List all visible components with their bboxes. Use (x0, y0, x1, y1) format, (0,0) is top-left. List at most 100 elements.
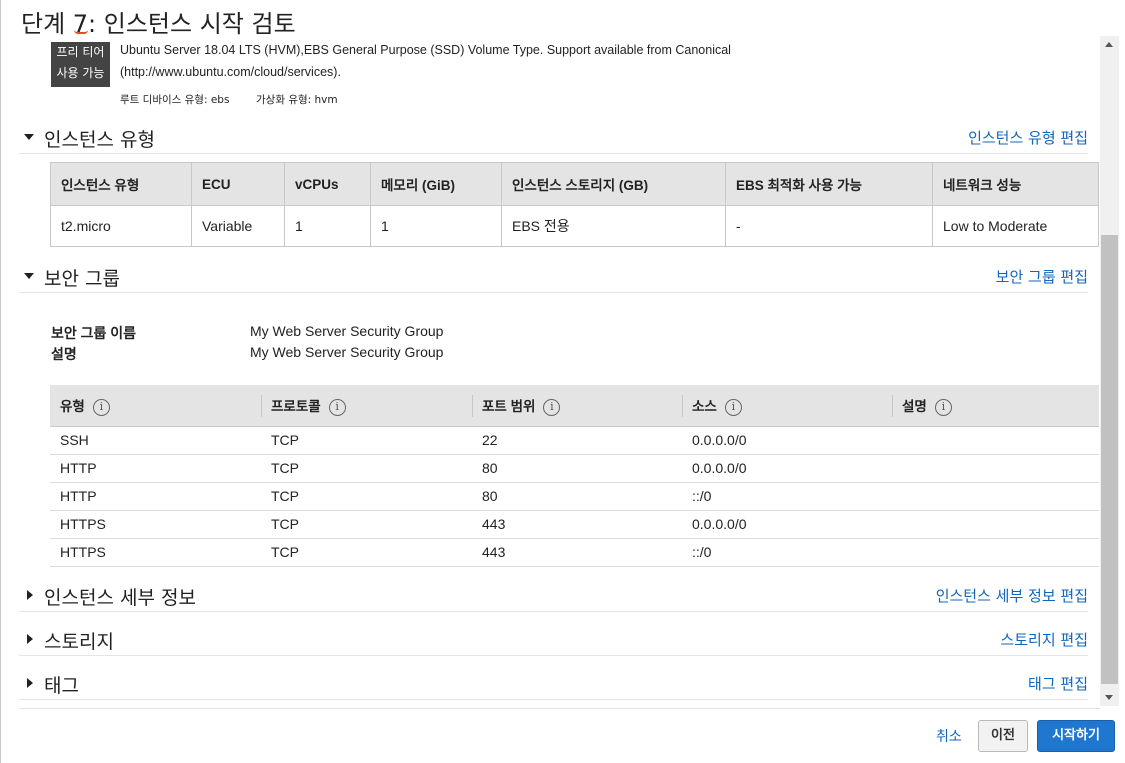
table-row: HTTP TCP 80 ::/0 (50, 482, 1099, 511)
column-header: 인스턴스 스토리지 (GB) (501, 162, 726, 206)
table-cell: 443 (472, 538, 682, 567)
security-group-desc-label: 설명 (51, 344, 77, 364)
scroll-up-arrow-icon[interactable] (1105, 42, 1113, 47)
section-title: 태그 (44, 675, 79, 697)
expand-arrow-icon[interactable] (27, 590, 33, 600)
table-cell: - (725, 205, 933, 247)
edit-instance-type-link[interactable]: 인스턴스 유형 편집 (968, 127, 1088, 148)
scroll-down-arrow-icon[interactable] (1105, 695, 1113, 700)
label-text: 설명 (51, 346, 77, 362)
column-divider (892, 395, 893, 417)
scrollbar-thumb[interactable] (1101, 235, 1118, 684)
label-text: 보안 그룹 이름 (51, 325, 137, 341)
table-cell: HTTP (50, 454, 261, 483)
collapse-arrow-icon[interactable] (24, 273, 34, 279)
security-group-name-value: My Web Server Security Group (250, 323, 444, 339)
table-cell: 443 (472, 510, 682, 539)
ami-description-line-2: (http://www.ubuntu.com/cloud/services). (120, 65, 341, 79)
info-icon[interactable]: i (328, 398, 346, 416)
review-content: 프리 티어 사용 가능 Ubuntu Server 18.04 LTS (HVM… (19, 36, 1100, 706)
footer-divider (19, 708, 1100, 709)
info-icon[interactable]: i (934, 398, 952, 416)
table-cell: t2.micro (50, 205, 192, 247)
header-label: 소스 (692, 398, 717, 414)
edit-security-group-link[interactable]: 보안 그룹 편집 (996, 266, 1088, 287)
launch-button[interactable]: 시작하기 (1037, 720, 1115, 752)
ami-description-line-1: Ubuntu Server 18.04 LTS (HVM),EBS Genera… (120, 43, 731, 57)
table-cell: SSH (50, 426, 261, 455)
expand-arrow-icon[interactable] (27, 634, 33, 644)
security-group-name-label: 보안 그룹 이름 (51, 323, 136, 343)
column-header: vCPUs (284, 162, 371, 206)
section-security-group: 보안 그룹 보안 그룹 편집 (19, 263, 1088, 293)
header-label: 설명 (902, 398, 927, 414)
edit-storage-link[interactable]: 스토리지 편집 (1000, 629, 1088, 650)
page-title: 단계 7: 인스턴스 시작 검토 (21, 10, 296, 38)
column-header-type: 유형 i (50, 385, 261, 427)
table-cell (892, 482, 1099, 511)
section-tags[interactable]: 태그 태그 편집 (19, 670, 1088, 700)
table-header-row: 유형 i 프로토콜 i 포트 범위 i 소스 i 설명 i (50, 385, 1099, 427)
column-header-protocol: 프로토콜 i (261, 385, 472, 427)
table-cell: 1 (284, 205, 371, 247)
table-header-row: 인스턴스 유형 ECU vCPUs 메모리 (GiB) 인스턴스 스토리지 (G… (50, 162, 1099, 206)
table-cell: 0.0.0.0/0 (682, 510, 892, 539)
section-instance-details[interactable]: 인스턴스 세부 정보 인스턴스 세부 정보 편집 (19, 582, 1088, 612)
header-label: 프로토콜 (271, 398, 321, 414)
column-divider (472, 395, 473, 417)
info-icon[interactable]: i (724, 398, 742, 416)
table-cell: ::/0 (682, 482, 892, 511)
expand-arrow-icon[interactable] (27, 678, 33, 688)
column-header: 네트워크 성능 (932, 162, 1099, 206)
table-cell (892, 454, 1099, 483)
section-title: 보안 그룹 (44, 268, 120, 290)
vertical-scrollbar[interactable] (1100, 36, 1119, 706)
spellcheck-underline (74, 30, 88, 34)
table-cell: HTTPS (50, 538, 261, 567)
column-header: 인스턴스 유형 (50, 162, 192, 206)
info-icon[interactable]: i (92, 398, 110, 416)
table-cell: ::/0 (682, 538, 892, 567)
table-cell: Variable (191, 205, 285, 247)
table-cell: TCP (261, 538, 472, 567)
table-cell (892, 426, 1099, 455)
section-title: 스토리지 (44, 631, 114, 653)
column-divider (261, 395, 262, 417)
column-header-source: 소스 i (682, 385, 892, 427)
cancel-button[interactable]: 취소 (936, 726, 962, 746)
table-row: HTTPS TCP 443 0.0.0.0/0 (50, 510, 1099, 539)
table-cell: TCP (261, 426, 472, 455)
window-left-border (0, 0, 1, 763)
table-cell: Low to Moderate (932, 205, 1099, 247)
table-cell: 22 (472, 426, 682, 455)
table-cell: 1 (370, 205, 502, 247)
security-rules-table: 유형 i 프로토콜 i 포트 범위 i 소스 i 설명 i SSH TCP 22 0.0.… (50, 385, 1099, 567)
table-cell: TCP (261, 510, 472, 539)
edit-tags-link[interactable]: 태그 편집 (1028, 673, 1088, 694)
column-header: EBS 최적화 사용 가능 (725, 162, 933, 206)
table-cell: 0.0.0.0/0 (682, 426, 892, 455)
table-cell: HTTP (50, 482, 261, 511)
header-label: 유형 (60, 398, 85, 414)
table-row: HTTPS TCP 443 ::/0 (50, 538, 1099, 567)
table-cell: 80 (472, 482, 682, 511)
badge-line-2: 사용 가능 (56, 66, 105, 80)
info-icon[interactable]: i (543, 398, 561, 416)
column-header-port-range: 포트 범위 i (472, 385, 682, 427)
table-cell: 80 (472, 454, 682, 483)
table-cell: 0.0.0.0/0 (682, 454, 892, 483)
root-device-type: 루트 디바이스 유형: ebs (120, 94, 230, 106)
section-title: 인스턴스 유형 (44, 129, 155, 151)
collapse-arrow-icon[interactable] (24, 134, 34, 140)
header-label: 포트 범위 (482, 398, 536, 414)
edit-instance-details-link[interactable]: 인스턴스 세부 정보 편집 (936, 585, 1088, 606)
table-row: HTTP TCP 80 0.0.0.0/0 (50, 454, 1099, 483)
table-cell: TCP (261, 454, 472, 483)
previous-button[interactable]: 이전 (978, 720, 1028, 752)
section-storage[interactable]: 스토리지 스토리지 편집 (19, 626, 1088, 656)
table-cell (892, 510, 1099, 539)
column-header: ECU (191, 162, 285, 206)
table-row: SSH TCP 22 0.0.0.0/0 (50, 426, 1099, 455)
table-cell: EBS 전용 (501, 205, 726, 247)
table-row: t2.micro Variable 1 1 EBS 전용 - Low to Mo… (50, 205, 1099, 247)
